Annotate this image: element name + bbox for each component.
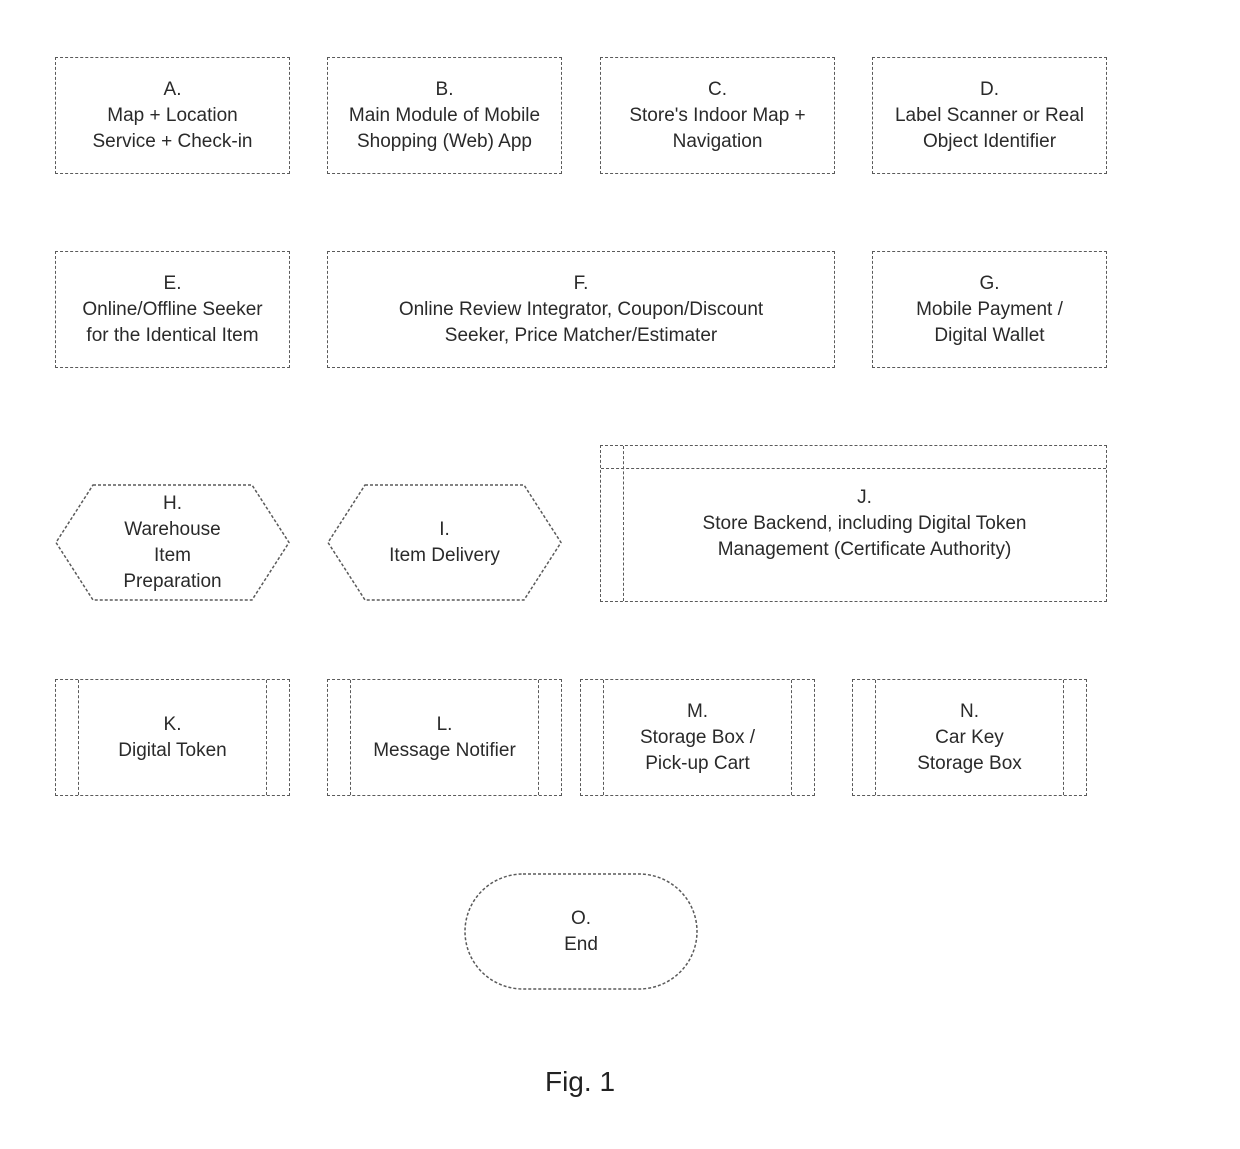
side-bar-right — [1063, 680, 1064, 795]
internal-storage-top-line — [601, 468, 1106, 469]
node-a-map-location-checkin: A. Map + Location Service + Check-in — [55, 57, 290, 174]
node-c-label: C. Store's Indoor Map + Navigation — [629, 78, 806, 152]
node-a-label: A. Map + Location Service + Check-in — [92, 78, 253, 152]
node-h-label: H. Warehouse Item Preparation — [123, 492, 222, 592]
side-bar-left — [78, 680, 79, 795]
node-m-storage-box-cart: M. Storage Box / Pick-up Cart — [580, 679, 815, 796]
side-bar-left — [603, 680, 604, 795]
node-k-label: K. Digital Token — [118, 713, 227, 761]
side-bar-right — [266, 680, 267, 795]
node-h-warehouse-preparation: H. Warehouse Item Preparation — [55, 484, 290, 601]
node-b-label: B. Main Module of Mobile Shopping (Web) … — [348, 78, 541, 152]
node-d-label-scanner: D. Label Scanner or Real Object Identifi… — [872, 57, 1107, 174]
node-l-label: L. Message Notifier — [373, 713, 516, 761]
node-j-label: J. Store Backend, including Digital Toke… — [702, 486, 1027, 560]
node-n-car-key-storage: N. Car Key Storage Box — [852, 679, 1087, 796]
node-o-end: O. End — [464, 873, 698, 990]
node-g-label: G. Mobile Payment / Digital Wallet — [916, 272, 1063, 346]
internal-storage-left-line — [623, 446, 624, 601]
node-j-store-backend: J. Store Backend, including Digital Toke… — [600, 445, 1107, 602]
figure-caption: Fig. 1 — [544, 1066, 616, 1097]
node-c-indoor-map-navigation: C. Store's Indoor Map + Navigation — [600, 57, 835, 174]
node-b-main-module: B. Main Module of Mobile Shopping (Web) … — [327, 57, 562, 174]
node-o-label: O. End — [564, 907, 598, 955]
node-d-label: D. Label Scanner or Real Object Identifi… — [894, 78, 1085, 152]
node-f-review-coupon-price: F. Online Review Integrator, Coupon/Disc… — [327, 251, 835, 368]
node-e-online-offline-seeker: E. Online/Offline Seeker for the Identic… — [55, 251, 290, 368]
side-bar-left — [350, 680, 351, 795]
node-g-mobile-payment: G. Mobile Payment / Digital Wallet — [872, 251, 1107, 368]
node-e-label: E. Online/Offline Seeker for the Identic… — [82, 272, 263, 346]
node-i-item-delivery: I. Item Delivery — [327, 484, 562, 601]
node-m-label: M. Storage Box / Pick-up Cart — [639, 700, 756, 774]
side-bar-right — [538, 680, 539, 795]
node-n-label: N. Car Key Storage Box — [917, 700, 1022, 774]
side-bar-right — [791, 680, 792, 795]
node-f-label: F. Online Review Integrator, Coupon/Disc… — [398, 272, 764, 346]
side-bar-left — [875, 680, 876, 795]
node-l-message-notifier: L. Message Notifier — [327, 679, 562, 796]
node-k-digital-token: K. Digital Token — [55, 679, 290, 796]
node-i-label: I. Item Delivery — [389, 518, 500, 566]
